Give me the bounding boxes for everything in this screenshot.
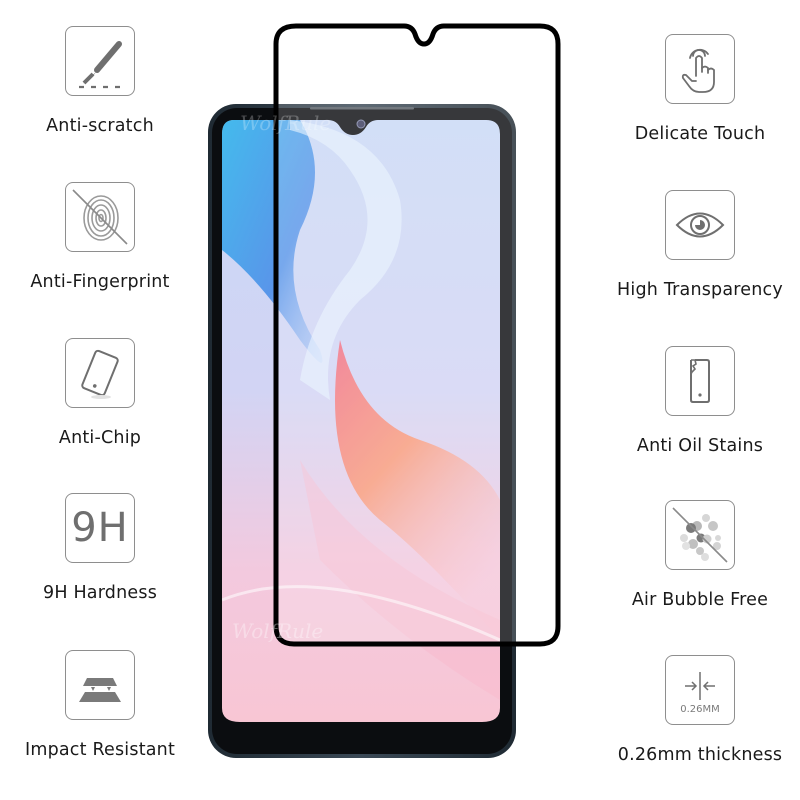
- feature-icon-box: [665, 34, 735, 104]
- feature-icon-box: [665, 346, 735, 416]
- feature-thickness: 0.26MM 0.26mm thickness: [600, 655, 800, 765]
- phone-frame: [208, 104, 516, 758]
- feature-icon-box: 0.26MM: [665, 655, 735, 725]
- front-camera: [356, 119, 366, 129]
- feature-icon-box: [665, 190, 735, 260]
- feature-anti-chip: Anti-Chip: [0, 338, 200, 448]
- feature-label: 9H Hardness: [42, 583, 158, 603]
- thickness-arrows-icon: [685, 671, 715, 700]
- feature-label: Air Bubble Free: [631, 590, 769, 610]
- feature-label: Anti-scratch: [46, 116, 154, 136]
- feature-air-bubble-free: Air Bubble Free: [600, 500, 800, 610]
- eye-icon: [675, 212, 725, 238]
- scalpel-scratch-icon: [79, 41, 125, 89]
- watermark-bottom: WolfRule: [232, 619, 323, 643]
- feature-label: 0.26mm thickness: [617, 745, 783, 765]
- earpiece: [310, 107, 414, 110]
- phone-screen: [222, 120, 500, 722]
- screen-protector: [273, 23, 561, 647]
- nine-h-icon: 9H: [71, 505, 129, 551]
- feature-icon-box: [65, 650, 135, 720]
- feature-anti-oil-stains: Anti Oil Stains: [600, 346, 800, 456]
- feature-label: Anti-Fingerprint: [30, 272, 170, 292]
- feature-icon-box: [65, 182, 135, 252]
- thickness-value-text: 0.26MM: [680, 703, 720, 715]
- feature-anti-scratch: Anti-scratch: [0, 26, 200, 136]
- feature-icon-box: 9H: [65, 493, 135, 563]
- watermark-top: WolfRule: [240, 111, 331, 135]
- feature-icon-box: [665, 500, 735, 570]
- feature-delicate-touch: Delicate Touch: [600, 34, 800, 144]
- feature-label: Impact Resistant: [24, 740, 176, 760]
- tilted-phone-icon: [81, 349, 119, 399]
- feature-label: Anti-Chip: [58, 428, 142, 448]
- feature-icon-box: [65, 338, 135, 408]
- feature-icon-box: [65, 26, 135, 96]
- feature-9h-hardness: 9H 9H Hardness: [0, 493, 200, 603]
- feature-impact-resistant: Impact Resistant: [0, 650, 200, 760]
- feature-label: Anti Oil Stains: [636, 436, 764, 456]
- fingerprint-crossed-icon: [72, 189, 128, 245]
- feature-anti-fingerprint: Anti-Fingerprint: [0, 182, 200, 292]
- bubbles-crossed-icon: [672, 507, 728, 563]
- feature-high-transparency: High Transparency: [600, 190, 800, 300]
- layered-plates-icon: [79, 678, 121, 702]
- touch-hand-icon: [681, 48, 715, 93]
- feature-label: Delicate Touch: [634, 124, 766, 144]
- feature-label: High Transparency: [617, 280, 783, 300]
- phone-bezel: [212, 108, 512, 754]
- chipped-phone-icon: [690, 359, 710, 403]
